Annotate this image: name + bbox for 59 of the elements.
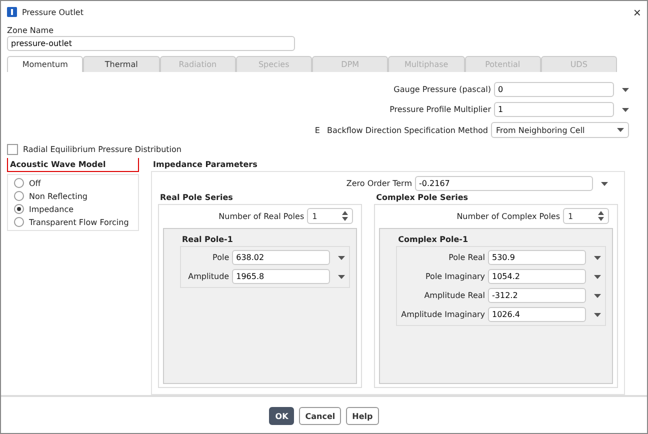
field-label: Pressure Profile Multiplier [390, 105, 491, 114]
input-field[interactable]: 1026.4 [488, 307, 586, 322]
tab[interactable]: Momentum [7, 56, 84, 72]
close-button[interactable]: × [633, 4, 641, 20]
zone-name-field[interactable]: pressure-outlet [7, 36, 295, 51]
spinner-field[interactable]: 1 [563, 208, 609, 224]
section-heading: Complex Pole-1 [397, 234, 470, 246]
input-field[interactable]: 530.9 [488, 250, 586, 265]
section-heading: Acoustic Wave Model [7, 158, 139, 172]
section-heading: Complex Pole Series [375, 192, 470, 204]
input-field[interactable]: -0.2167 [415, 176, 593, 191]
spinner-arrows-icon[interactable] [342, 211, 348, 221]
dialog-button[interactable]: Cancel [299, 407, 342, 425]
checkbox[interactable] [7, 144, 18, 155]
dropdown-arrow-icon[interactable] [594, 256, 601, 260]
field-label: Gauge Pressure (pascal) [394, 85, 491, 94]
dropdown-arrow-icon[interactable] [622, 88, 629, 92]
input-field[interactable]: 1054.2 [488, 269, 586, 284]
spinner-arrows-icon[interactable] [598, 211, 604, 221]
zone-name-label: Zone Name [7, 26, 55, 35]
dropdown-field[interactable]: From Neighboring Cell [491, 122, 629, 138]
app-icon [7, 7, 17, 17]
window-title: Pressure Outlet [22, 8, 84, 16]
input-field[interactable]: 1965.8 [232, 269, 330, 284]
dialog-button[interactable]: Help [346, 407, 379, 425]
field-label: Number of Complex Poles [456, 212, 560, 220]
field-marker: E [314, 126, 320, 134]
dropdown-arrow-icon[interactable] [338, 256, 346, 260]
field-label: Pole Real [448, 253, 485, 262]
radio-option[interactable]: Transparent Flow Forcing [14, 217, 132, 227]
field-label: Number of Real Poles [218, 212, 304, 220]
field-label: Pole Imaginary [426, 272, 485, 281]
checkbox-label: Radial Equilibrium Pressure Distribution [23, 145, 182, 154]
input-field[interactable]: -312.2 [488, 288, 586, 303]
dropdown-arrow-icon[interactable] [338, 274, 346, 278]
input-field[interactable]: 0 [494, 82, 614, 97]
section-heading: Real Pole Series [159, 192, 234, 204]
section-heading: Real Pole-1 [181, 234, 234, 246]
field-label: Pole [212, 253, 230, 262]
field-label: Zero Order Term [346, 179, 412, 188]
input-field[interactable]: 1 [494, 102, 614, 117]
radio-option[interactable]: Off [14, 178, 132, 188]
field-label: Amplitude Real [424, 291, 485, 300]
field-label: Amplitude Imaginary [401, 310, 485, 319]
tab[interactable]: Thermal [83, 56, 160, 72]
dropdown-arrow-icon[interactable] [601, 182, 608, 186]
dropdown-arrow-icon[interactable] [594, 274, 601, 278]
spinner-field[interactable]: 1 [307, 208, 354, 224]
section-heading: Impedance Parameters [152, 159, 258, 171]
field-label: Amplitude [188, 272, 230, 281]
dropdown-arrow-icon[interactable] [594, 294, 601, 298]
dropdown-arrow-icon[interactable] [594, 312, 601, 316]
field-label: Backflow Direction Specification Method [326, 126, 488, 134]
dialog-button[interactable]: OK [269, 407, 294, 425]
radio-option[interactable]: Impedance [14, 204, 132, 214]
input-field[interactable]: 638.02 [232, 250, 330, 265]
dropdown-arrow-icon[interactable] [617, 128, 624, 132]
dropdown-arrow-icon[interactable] [622, 108, 629, 112]
radio-option[interactable]: Non Reflecting [14, 191, 132, 201]
